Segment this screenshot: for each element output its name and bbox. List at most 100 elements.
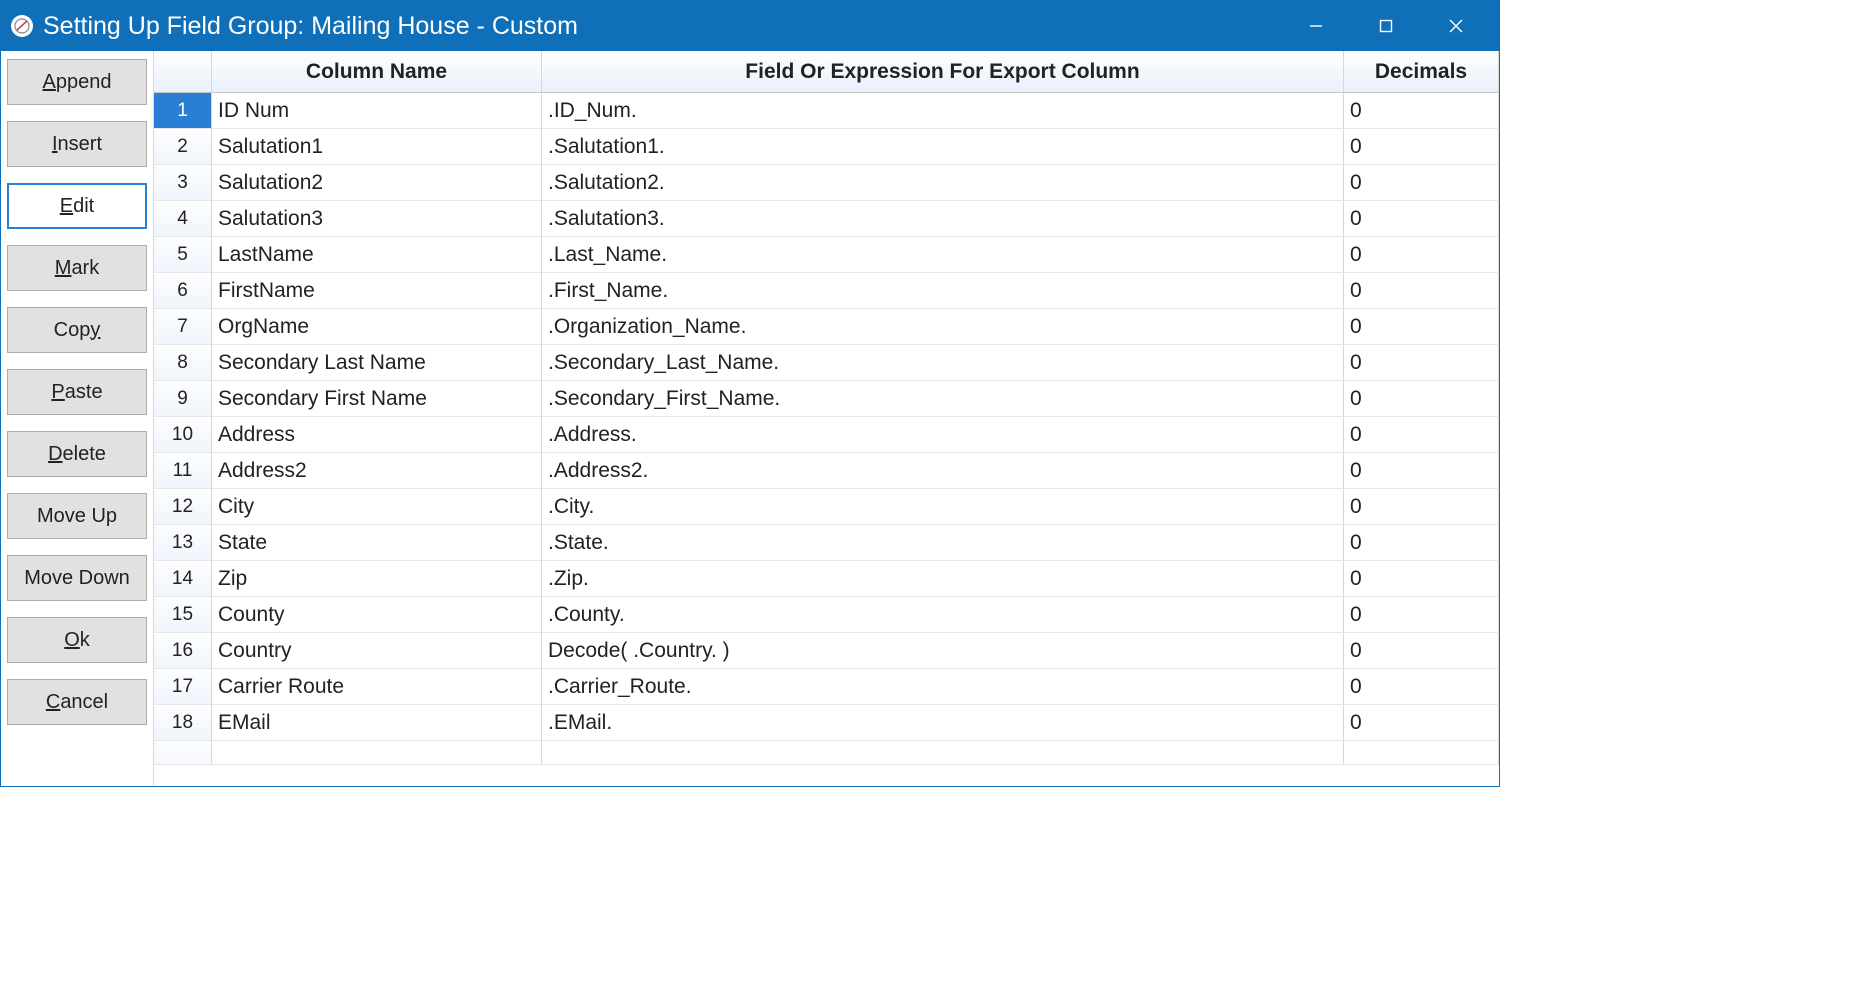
grid-horizontal-scroll[interactable] (154, 764, 1499, 786)
cell-column-name[interactable]: Country (212, 633, 542, 668)
cell-decimals[interactable]: 0 (1344, 165, 1499, 200)
cell-empty[interactable] (154, 741, 212, 764)
cell-column-name[interactable]: Address2 (212, 453, 542, 488)
cell-rownum[interactable]: 3 (154, 165, 212, 200)
table-row-empty[interactable] (154, 741, 1499, 764)
cell-rownum[interactable]: 17 (154, 669, 212, 704)
cell-rownum[interactable]: 13 (154, 525, 212, 560)
mark-button[interactable]: Mark (7, 245, 147, 291)
close-button[interactable] (1421, 1, 1491, 51)
table-row[interactable]: 2Salutation1.Salutation1.0 (154, 129, 1499, 165)
cell-decimals[interactable]: 0 (1344, 93, 1499, 128)
cell-empty[interactable] (212, 741, 542, 764)
append-button[interactable]: Append (7, 59, 147, 105)
cell-rownum[interactable]: 8 (154, 345, 212, 380)
cell-decimals[interactable]: 0 (1344, 201, 1499, 236)
cell-expression[interactable]: .Salutation3. (542, 201, 1344, 236)
column-header-name[interactable]: Column Name (212, 51, 542, 92)
cell-rownum[interactable]: 16 (154, 633, 212, 668)
cell-column-name[interactable]: Zip (212, 561, 542, 596)
move-up-button[interactable]: Move Up (7, 493, 147, 539)
cell-column-name[interactable]: County (212, 597, 542, 632)
cell-decimals[interactable]: 0 (1344, 525, 1499, 560)
cell-rownum[interactable]: 5 (154, 237, 212, 272)
cell-rownum[interactable]: 9 (154, 381, 212, 416)
ok-button[interactable]: Ok (7, 617, 147, 663)
cell-decimals[interactable]: 0 (1344, 705, 1499, 740)
cell-expression[interactable]: .Salutation1. (542, 129, 1344, 164)
column-header-rownum[interactable] (154, 51, 212, 92)
cell-column-name[interactable]: State (212, 525, 542, 560)
cell-decimals[interactable]: 0 (1344, 489, 1499, 524)
cell-empty[interactable] (1344, 741, 1499, 764)
cell-expression[interactable]: .Zip. (542, 561, 1344, 596)
cell-column-name[interactable]: Salutation1 (212, 129, 542, 164)
table-row[interactable]: 18EMail.EMail.0 (154, 705, 1499, 741)
cell-decimals[interactable]: 0 (1344, 633, 1499, 668)
cell-column-name[interactable]: LastName (212, 237, 542, 272)
cell-expression[interactable]: .City. (542, 489, 1344, 524)
cell-decimals[interactable]: 0 (1344, 453, 1499, 488)
cell-expression[interactable]: .Last_Name. (542, 237, 1344, 272)
cell-decimals[interactable]: 0 (1344, 669, 1499, 704)
cell-column-name[interactable]: Address (212, 417, 542, 452)
cell-expression[interactable]: .Organization_Name. (542, 309, 1344, 344)
cell-expression[interactable]: .Secondary_Last_Name. (542, 345, 1344, 380)
cell-column-name[interactable]: OrgName (212, 309, 542, 344)
maximize-button[interactable] (1351, 1, 1421, 51)
cell-expression[interactable]: .Salutation2. (542, 165, 1344, 200)
cell-expression[interactable]: .EMail. (542, 705, 1344, 740)
cell-expression[interactable]: .First_Name. (542, 273, 1344, 308)
cell-rownum[interactable]: 14 (154, 561, 212, 596)
table-row[interactable]: 17Carrier Route.Carrier_Route.0 (154, 669, 1499, 705)
cancel-button[interactable]: Cancel (7, 679, 147, 725)
cell-rownum[interactable]: 11 (154, 453, 212, 488)
copy-button[interactable]: Copy (7, 307, 147, 353)
cell-column-name[interactable]: EMail (212, 705, 542, 740)
minimize-button[interactable] (1281, 1, 1351, 51)
cell-column-name[interactable]: FirstName (212, 273, 542, 308)
cell-rownum[interactable]: 12 (154, 489, 212, 524)
table-row[interactable]: 9Secondary First Name.Secondary_First_Na… (154, 381, 1499, 417)
title-bar[interactable]: Setting Up Field Group: Mailing House - … (1, 1, 1499, 51)
table-row[interactable]: 10Address.Address.0 (154, 417, 1499, 453)
cell-empty[interactable] (542, 741, 1344, 764)
table-row[interactable]: 5LastName.Last_Name.0 (154, 237, 1499, 273)
cell-rownum[interactable]: 15 (154, 597, 212, 632)
cell-column-name[interactable]: Secondary Last Name (212, 345, 542, 380)
table-row[interactable]: 3Salutation2.Salutation2.0 (154, 165, 1499, 201)
table-row[interactable]: 14Zip.Zip.0 (154, 561, 1499, 597)
cell-rownum[interactable]: 6 (154, 273, 212, 308)
cell-column-name[interactable]: Carrier Route (212, 669, 542, 704)
table-row[interactable]: 6FirstName.First_Name.0 (154, 273, 1499, 309)
cell-expression[interactable]: .Secondary_First_Name. (542, 381, 1344, 416)
move-down-button[interactable]: Move Down (7, 555, 147, 601)
edit-button[interactable]: Edit (7, 183, 147, 229)
table-row[interactable]: 4Salutation3.Salutation3.0 (154, 201, 1499, 237)
insert-button[interactable]: Insert (7, 121, 147, 167)
grid-vertical-scroll[interactable]: Column Name Field Or Expression For Expo… (154, 51, 1499, 764)
cell-column-name[interactable]: ID Num (212, 93, 542, 128)
cell-expression[interactable]: .Carrier_Route. (542, 669, 1344, 704)
cell-expression[interactable]: Decode( .Country. ) (542, 633, 1344, 668)
cell-expression[interactable]: .Address. (542, 417, 1344, 452)
cell-column-name[interactable]: Salutation3 (212, 201, 542, 236)
table-row[interactable]: 13State.State.0 (154, 525, 1499, 561)
cell-decimals[interactable]: 0 (1344, 129, 1499, 164)
paste-button[interactable]: Paste (7, 369, 147, 415)
table-row[interactable]: 7OrgName.Organization_Name.0 (154, 309, 1499, 345)
cell-rownum[interactable]: 2 (154, 129, 212, 164)
cell-column-name[interactable]: Salutation2 (212, 165, 542, 200)
column-header-expr[interactable]: Field Or Expression For Export Column (542, 51, 1344, 92)
cell-decimals[interactable]: 0 (1344, 273, 1499, 308)
column-header-decimals[interactable]: Decimals (1344, 51, 1499, 92)
cell-rownum[interactable]: 4 (154, 201, 212, 236)
table-row[interactable]: 12City.City.0 (154, 489, 1499, 525)
table-row[interactable]: 11Address2.Address2.0 (154, 453, 1499, 489)
cell-decimals[interactable]: 0 (1344, 381, 1499, 416)
cell-column-name[interactable]: Secondary First Name (212, 381, 542, 416)
table-row[interactable]: 1ID Num.ID_Num.0 (154, 93, 1499, 129)
cell-rownum[interactable]: 18 (154, 705, 212, 740)
table-row[interactable]: 16CountryDecode( .Country. )0 (154, 633, 1499, 669)
cell-column-name[interactable]: City (212, 489, 542, 524)
